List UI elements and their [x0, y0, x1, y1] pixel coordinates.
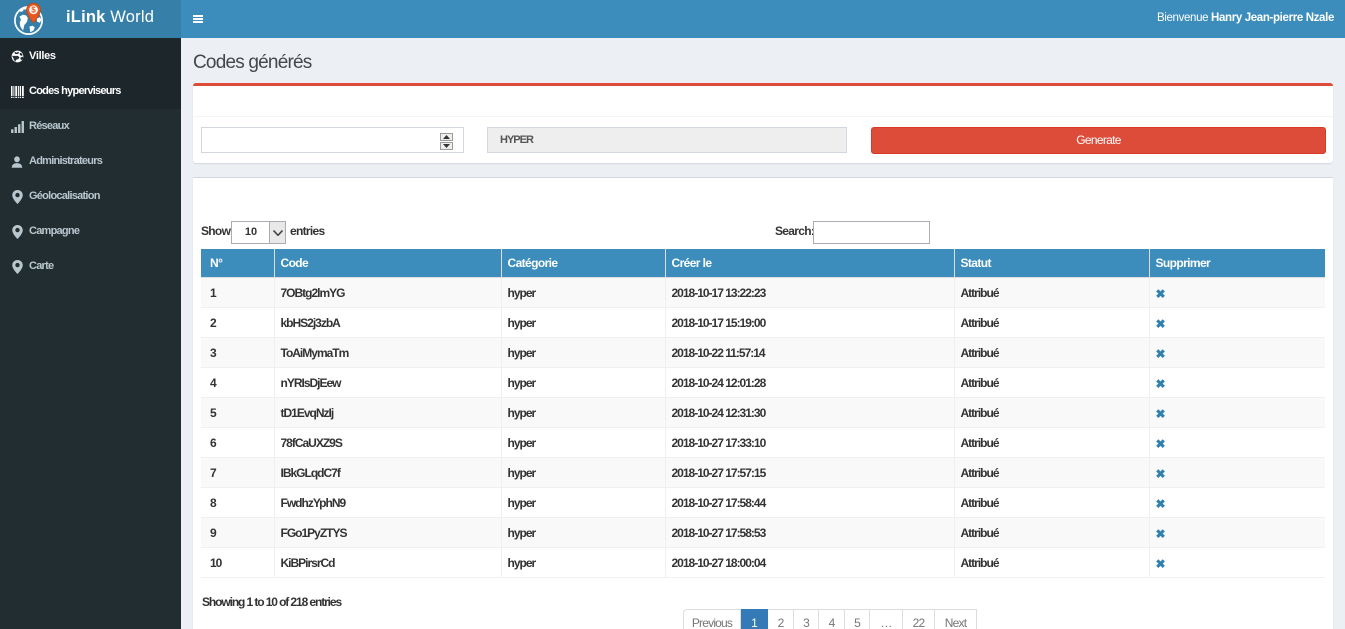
svg-text:$: $	[31, 6, 36, 15]
